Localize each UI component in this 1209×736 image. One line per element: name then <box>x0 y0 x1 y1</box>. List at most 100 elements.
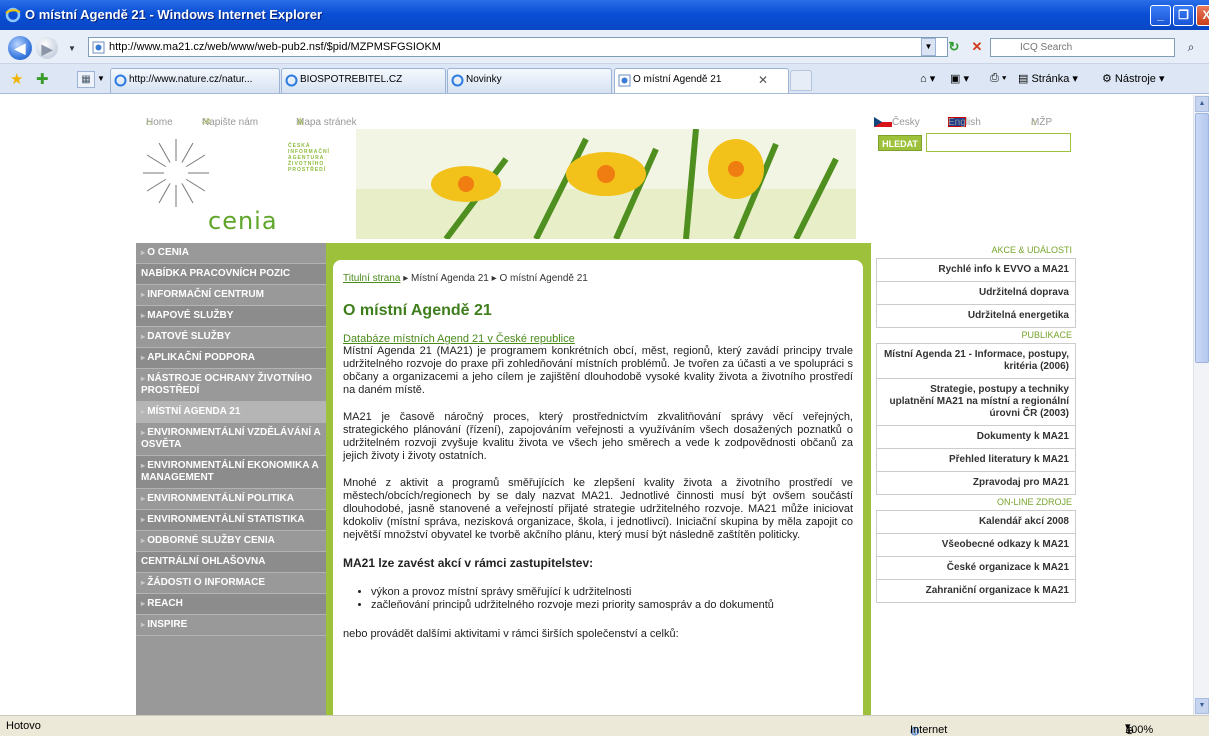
database-link[interactable]: Databáze místních Agend 21 v České repub… <box>343 333 853 345</box>
home-icon[interactable]: ⌂ ▾ <box>920 72 935 85</box>
stop-icon[interactable]: ✕ <box>968 38 986 56</box>
favorites-star-icon[interactable]: ★ <box>10 70 23 88</box>
bullet-list: výkon a provoz místní správy směřující k… <box>371 586 853 612</box>
search-icon[interactable]: ⌕ <box>1180 38 1202 57</box>
leftnav-item[interactable]: ▸ APLIKAČNÍ PODPORA <box>136 348 326 369</box>
leftnav-label: ODBORNÉ SLUŽBY CENIA <box>147 535 275 546</box>
zoom-level[interactable]: ⊕ 100% ▾ <box>1125 720 1153 736</box>
leftnav-item[interactable]: ▸ MÍSTNÍ AGENDA 21 <box>136 402 326 423</box>
sidebar-link[interactable]: Všeobecné odkazy k MA21 <box>877 534 1075 557</box>
leftnav-item[interactable]: ▸ ENVIRONMENTÁLNÍ STATISTIKA <box>136 510 326 531</box>
leftnav-item[interactable]: ▸ O CENIA <box>136 243 326 264</box>
leftnav-label: ENVIRONMENTÁLNÍ POLITIKA <box>147 493 294 504</box>
leftnav-item[interactable]: ▸ INFORMAČNÍ CENTRUM <box>136 285 326 306</box>
leftnav-item[interactable]: ▸ ŽÁDOSTI O INFORMACE <box>136 573 326 594</box>
address-dropdown-icon[interactable]: ▼ <box>921 38 936 56</box>
leftnav-label: REACH <box>147 598 183 609</box>
mzp-label: MŽP <box>1031 117 1053 128</box>
czech-flag-icon <box>874 117 892 128</box>
sidebar-link[interactable]: Strategie, postupy a techniky uplatnění … <box>877 379 1075 426</box>
leftnav-item[interactable]: ▸ ODBORNÉ SLUŽBY CENIA <box>136 531 326 552</box>
window-title: O místní Agendě 21 - Windows Internet Ex… <box>25 7 323 22</box>
leftnav-item[interactable]: ▸ ENVIRONMENTÁLNÍ VZDĚLÁVÁNÍ A OSVĚTA <box>136 423 326 456</box>
tab-nature[interactable]: http://www.nature.cz/natur... <box>110 68 280 93</box>
tools-menu[interactable]: ⚙ Nástroje ▾ <box>1102 72 1164 85</box>
leftnav-item[interactable]: ▸ ENVIRONMENTÁLNÍ POLITIKA <box>136 489 326 510</box>
leftnav-item[interactable]: ▸ REACH <box>136 594 326 615</box>
minimize-button[interactable]: _ <box>1150 5 1171 26</box>
sidebar-link[interactable]: Zahraniční organizace k MA21 <box>877 580 1075 603</box>
sidebar-link[interactable]: Kalendář akcí 2008 <box>877 511 1075 534</box>
sidebar-link[interactable]: Rychlé info k EVVO a MA21 <box>877 259 1075 282</box>
feeds-icon[interactable]: ▣ ▾ <box>950 72 969 85</box>
page-viewport: ⌂ Home ✉ Napište nám ⋔ Mapa stránek Česk… <box>0 95 1209 715</box>
new-tab-button[interactable] <box>790 70 812 91</box>
quick-tabs-icon[interactable]: ▦ <box>77 71 95 88</box>
tab-biospotrebitel[interactable]: BIOSPOTREBITEL.CZ <box>281 68 446 93</box>
scroll-thumb[interactable] <box>1195 113 1209 363</box>
address-url[interactable]: http://www.ma21.cz/web/www/web-pub2.nsf/… <box>109 41 441 53</box>
tab-o-mistni-agende[interactable]: O místní Agendě 21 ✕ <box>614 68 789 93</box>
content-panel: Titulní strana ▸ Místní Agenda 21 ▸ O mí… <box>333 260 863 715</box>
leftnav-item[interactable]: ▸ NÁSTROJE OCHRANY ŽIVOTNÍHO PROSTŘEDÍ <box>136 369 326 402</box>
tab-novinky[interactable]: Novinky <box>447 68 612 93</box>
breadcrumb-home-link[interactable]: Titulní strana <box>343 273 400 284</box>
search-input[interactable] <box>991 39 1174 56</box>
refresh-icon[interactable]: ↻ <box>945 38 963 56</box>
cenia-site: ⌂ Home ✉ Napište nám ⋔ Mapa stránek Česk… <box>136 95 1076 715</box>
scroll-up-icon[interactable]: ▲ <box>1195 96 1209 112</box>
sidebar-link[interactable]: Zpravodaj pro MA21 <box>877 472 1075 495</box>
cenia-logo[interactable]: cenia <box>136 129 286 239</box>
sidebar-link[interactable]: Dokumenty k MA21 <box>877 426 1075 449</box>
sidebar-link[interactable]: Udržitelná doprava <box>877 282 1075 305</box>
close-window-button[interactable]: X <box>1196 5 1209 26</box>
site-search-area: HLEDAT <box>876 129 1076 239</box>
leftnav-label: INSPIRE <box>147 619 188 630</box>
tab-label: Novinky <box>466 74 502 85</box>
leftnav-label: ŽÁDOSTI O INFORMACE <box>147 577 266 588</box>
sidebar-link[interactable]: České organizace k MA21 <box>877 557 1075 580</box>
vertical-scrollbar[interactable]: ▲ ▼ <box>1193 95 1209 715</box>
leftnav-label: ENVIRONMENTÁLNÍ STATISTIKA <box>147 514 305 525</box>
leftnav-item[interactable]: NABÍDKA PRACOVNÍCH POZIC <box>136 264 326 285</box>
sidebar-link[interactable]: Přehled literatury k MA21 <box>877 449 1075 472</box>
search-box[interactable] <box>990 38 1175 57</box>
address-bar[interactable]: http://www.ma21.cz/web/www/web-pub2.nsf/… <box>88 37 948 57</box>
leftnav-item[interactable]: CENTRÁLNÍ OHLAŠOVNA <box>136 552 326 573</box>
forward-button[interactable]: ▶ <box>36 37 58 59</box>
tab-list-dropdown-icon[interactable]: ▼ <box>97 74 105 83</box>
leftnav-item[interactable]: ▸ INSPIRE <box>136 615 326 636</box>
left-navigation: ▸ O CENIA NABÍDKA PRACOVNÍCH POZIC ▸ INFOR… <box>136 243 326 715</box>
leftnav-item[interactable]: ▸ DATOVÉ SLUŽBY <box>136 327 326 348</box>
site-search-input[interactable] <box>926 133 1071 152</box>
sidebar-section-heading: ON-LINE ZDROJE <box>996 497 1072 507</box>
leftnav-item[interactable]: ▸ MAPOVÉ SLUŽBY <box>136 306 326 327</box>
status-bar: Hotovo ◍ Internet ⊕ 100% ▾ <box>0 715 1209 736</box>
page-menu[interactable]: ▤ Stránka ▾ <box>1018 72 1078 85</box>
tab-label: http://www.nature.cz/natur... <box>129 74 253 85</box>
leftnav-label: ENVIRONMENTÁLNÍ VZDĚLÁVÁNÍ A OSVĚTA <box>141 427 321 450</box>
page-menu-icon: ▤ <box>1018 73 1032 85</box>
print-icon[interactable]: ⎙ ▾ <box>990 72 1006 85</box>
page-icon <box>92 41 105 54</box>
hledat-button[interactable]: HLEDAT <box>878 135 922 151</box>
sidebar-link[interactable]: Udržitelná energetika <box>877 305 1075 328</box>
maximize-button[interactable]: ❐ <box>1173 5 1194 26</box>
sidebar-section-heading: PUBLIKACE <box>1021 330 1072 340</box>
close-tab-icon[interactable]: ✕ <box>758 73 768 87</box>
leftnav-item[interactable]: ▸ ENVIRONMENTÁLNÍ EKONOMIKA A MANAGEMENT <box>136 456 326 489</box>
history-dropdown-icon[interactable]: ▼ <box>68 44 76 53</box>
sidebar-link-list: Místní Agenda 21 - Informace, postupy, k… <box>876 343 1076 495</box>
leftnav-label: MAPOVÉ SLUŽBY <box>147 310 234 321</box>
scroll-down-icon[interactable]: ▼ <box>1195 698 1209 714</box>
back-button[interactable]: ◀ <box>8 36 32 60</box>
paragraph: Místní Agenda 21 (MA21) je programem kon… <box>343 345 853 396</box>
navigation-bar: ◀ ▶ ▼ http://www.ma21.cz/web/www/web-pub… <box>0 30 1209 64</box>
breadcrumb-level1[interactable]: Místní Agenda 21 <box>411 273 489 284</box>
sidebar-link[interactable]: Místní Agenda 21 - Informace, postupy, k… <box>877 344 1075 379</box>
lang-czech-link[interactable]: Česky <box>874 111 920 128</box>
ie-page-icon <box>285 74 298 87</box>
paragraph: Mnohé z aktivit a programů směřujících k… <box>343 477 853 541</box>
top-navigation: ⌂ Home ✉ Napište nám ⋔ Mapa stránek Česk… <box>136 105 1076 129</box>
add-favorite-icon[interactable]: ✚ <box>36 70 49 88</box>
